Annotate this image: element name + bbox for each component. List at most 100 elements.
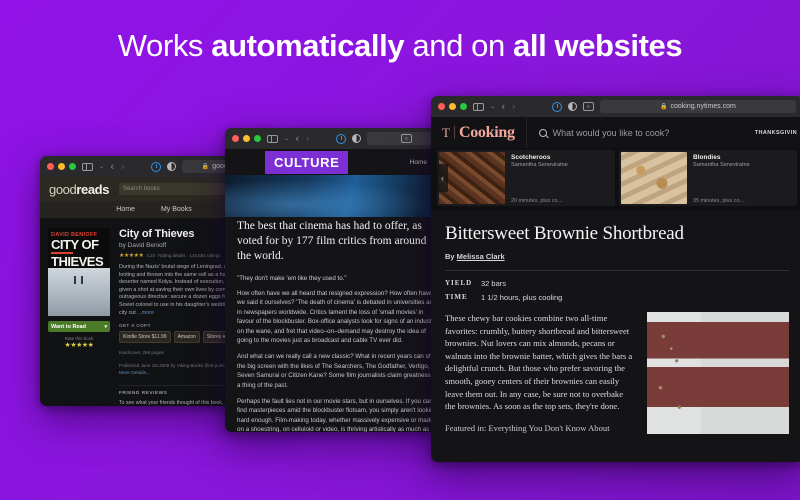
extension-icon[interactable] [551,101,562,112]
headline-part-2: and on [404,28,514,63]
page-headline: Works automatically and on all websites [0,28,800,64]
forward-icon[interactable]: › [305,132,309,145]
logo-divider [453,126,455,139]
culture-hero-image [225,175,453,217]
traffic-lights[interactable] [232,135,261,142]
sidebar-icon[interactable] [473,102,484,111]
nav-item-home[interactable]: Home [410,159,427,166]
recipe-card-title: Scotcheroos [511,154,551,161]
chevron-down-icon[interactable]: ⌄ [490,103,495,110]
cooking-logo[interactable]: T Cooking [431,117,527,148]
safari-toolbar: ⌄ ‹ › ≡ 🔒 cooking.nytimes.com [431,96,800,117]
recipe-card-time: 35 minutes, plus co… [693,198,745,204]
headline-part-1: Works [117,28,212,63]
recipe-photo [647,312,789,434]
want-to-read-label: Want to Read [51,323,86,330]
extension-icon[interactable] [335,133,346,144]
contrast-icon[interactable] [567,102,577,111]
contrast-icon[interactable] [351,134,361,143]
zoom-button[interactable] [460,103,467,110]
rating-stars: ★★★★★ [119,253,144,259]
nyt-t-logo: T [442,124,450,140]
back-icon[interactable]: ‹ [295,132,299,145]
recipe-card-title: Blondies [693,154,721,161]
description-more-link[interactable]: ...more [137,310,154,316]
lock-icon: 🔒 [201,164,210,170]
promo-label[interactable]: THANKSGIVIN [749,117,800,148]
logo-light: good [49,181,77,197]
recipe-thumbnail [621,152,687,204]
time-value: 1 1/2 hours, plus cooling [481,293,563,302]
zoom-button[interactable] [69,163,76,170]
recipe-card-author: Samantha Seneviratne [693,162,750,168]
reader-icon[interactable]: ≡ [400,134,412,143]
recipe-card-author: Samantha Seneviratne [511,162,568,168]
traffic-lights[interactable] [438,103,467,110]
book-cover-column: DAVID BENIOFF CITY OF THIEVES Want to Re… [48,228,110,406]
carousel-prev-button[interactable]: ‹ [437,164,448,192]
minimize-button[interactable] [243,135,250,142]
close-button[interactable] [47,163,54,170]
recipe-thumbnail [439,152,505,204]
search-placeholder: Search books [123,186,160,192]
goodreads-logo[interactable]: goodreads [49,182,109,197]
close-button[interactable] [232,135,239,142]
time-label: TIME [445,293,468,301]
recipe-featured-in[interactable]: Featured in: Everything You Don't Know A… [445,423,633,433]
nav-item-my-books[interactable]: My Books [161,206,192,213]
rating-details[interactable]: Rating details · 134,651 ratings [158,253,220,258]
want-to-read-button[interactable]: Want to Read ▾ [48,321,110,332]
recipe-time-row: TIME 1 1/2 hours, plus cooling [445,293,789,302]
zoom-button[interactable] [254,135,261,142]
contrast-icon[interactable] [166,162,176,171]
close-button[interactable] [438,103,445,110]
browser-window-cooking[interactable]: ⌄ ‹ › ≡ 🔒 cooking.nytimes.com T Cooking … [431,96,800,462]
article-paragraph: How often have we all heard that resigne… [237,290,437,345]
back-icon[interactable]: ‹ [501,100,505,113]
sidebar-icon[interactable] [267,134,278,143]
forward-icon[interactable]: › [120,160,124,173]
amazon-button[interactable]: Amazon [173,331,200,344]
chevron-down-icon[interactable]: ⌄ [284,135,289,142]
chevron-down-icon[interactable]: ▾ [104,324,107,330]
search-input[interactable]: What would you like to cook? [527,117,749,148]
recipe-card-time: 20 minutes, plus co… [511,198,563,204]
book-cover-image[interactable]: DAVID BENIOFF CITY OF THIEVES [48,228,110,316]
minimize-button[interactable] [449,103,456,110]
cover-title-2: THIEVES [51,253,104,269]
recipe-content-columns: These chewy bar cookies combine two all-… [445,312,789,434]
cover-title: CITY OF [51,237,99,252]
yield-label: YIELD [445,279,473,287]
culture-article: The best that cinema has had to offer, a… [225,217,453,432]
kindle-store-button[interactable]: Kindle Store $11.99 [119,331,171,344]
culture-header: CULTURE Home F [225,149,453,175]
reader-icon[interactable]: ≡ [582,102,594,111]
recipe-main: Bittersweet Brownie Shortbread By Meliss… [431,210,800,462]
address-bar[interactable]: 🔒 cooking.nytimes.com [599,100,796,113]
traffic-lights[interactable] [47,163,76,170]
article-paragraph: Perhaps the fault lies not in our movie … [237,398,437,432]
recipe-card[interactable]: Scotcheroos Samantha Seneviratne 20 minu… [437,150,615,206]
culture-logo[interactable]: CULTURE [265,150,349,174]
recipe-card-info: Scotcheroos Samantha Seneviratne 20 minu… [511,152,568,204]
headline-bold-1: automatically [211,28,405,63]
back-icon[interactable]: ‹ [110,160,114,173]
extension-icon[interactable] [150,161,161,172]
cooking-wordmark: Cooking [458,123,515,141]
chevron-down-icon[interactable]: ⌄ [99,163,104,170]
recipe-card[interactable]: Blondies Samantha Seneviratne 35 minutes… [619,150,797,206]
browser-window-culture[interactable]: ⌄ ‹ › ≡ CULTURE Home F The best that cin… [225,128,453,432]
nav-item-home[interactable]: Home [116,206,135,213]
headline-bold-2: all websites [513,28,683,63]
article-paragraph: And what can we really call a new classi… [237,353,441,389]
recipe-yield-row: YIELD 32 bars [445,279,789,288]
cooking-header: T Cooking What would you like to cook? T… [431,117,800,148]
forward-icon[interactable]: › [511,100,515,113]
recipe-author-link[interactable]: Melissa Clark [457,252,505,261]
sidebar-icon[interactable] [82,162,93,171]
minimize-button[interactable] [58,163,65,170]
recipe-description: These chewy bar cookies combine two all-… [445,313,633,412]
rate-stars[interactable]: ★★★★★ [48,341,110,349]
rating-value: 4.24 [146,253,156,258]
recipe-carousel[interactable]: Scotcheroos Samantha Seneviratne 20 minu… [431,148,800,210]
